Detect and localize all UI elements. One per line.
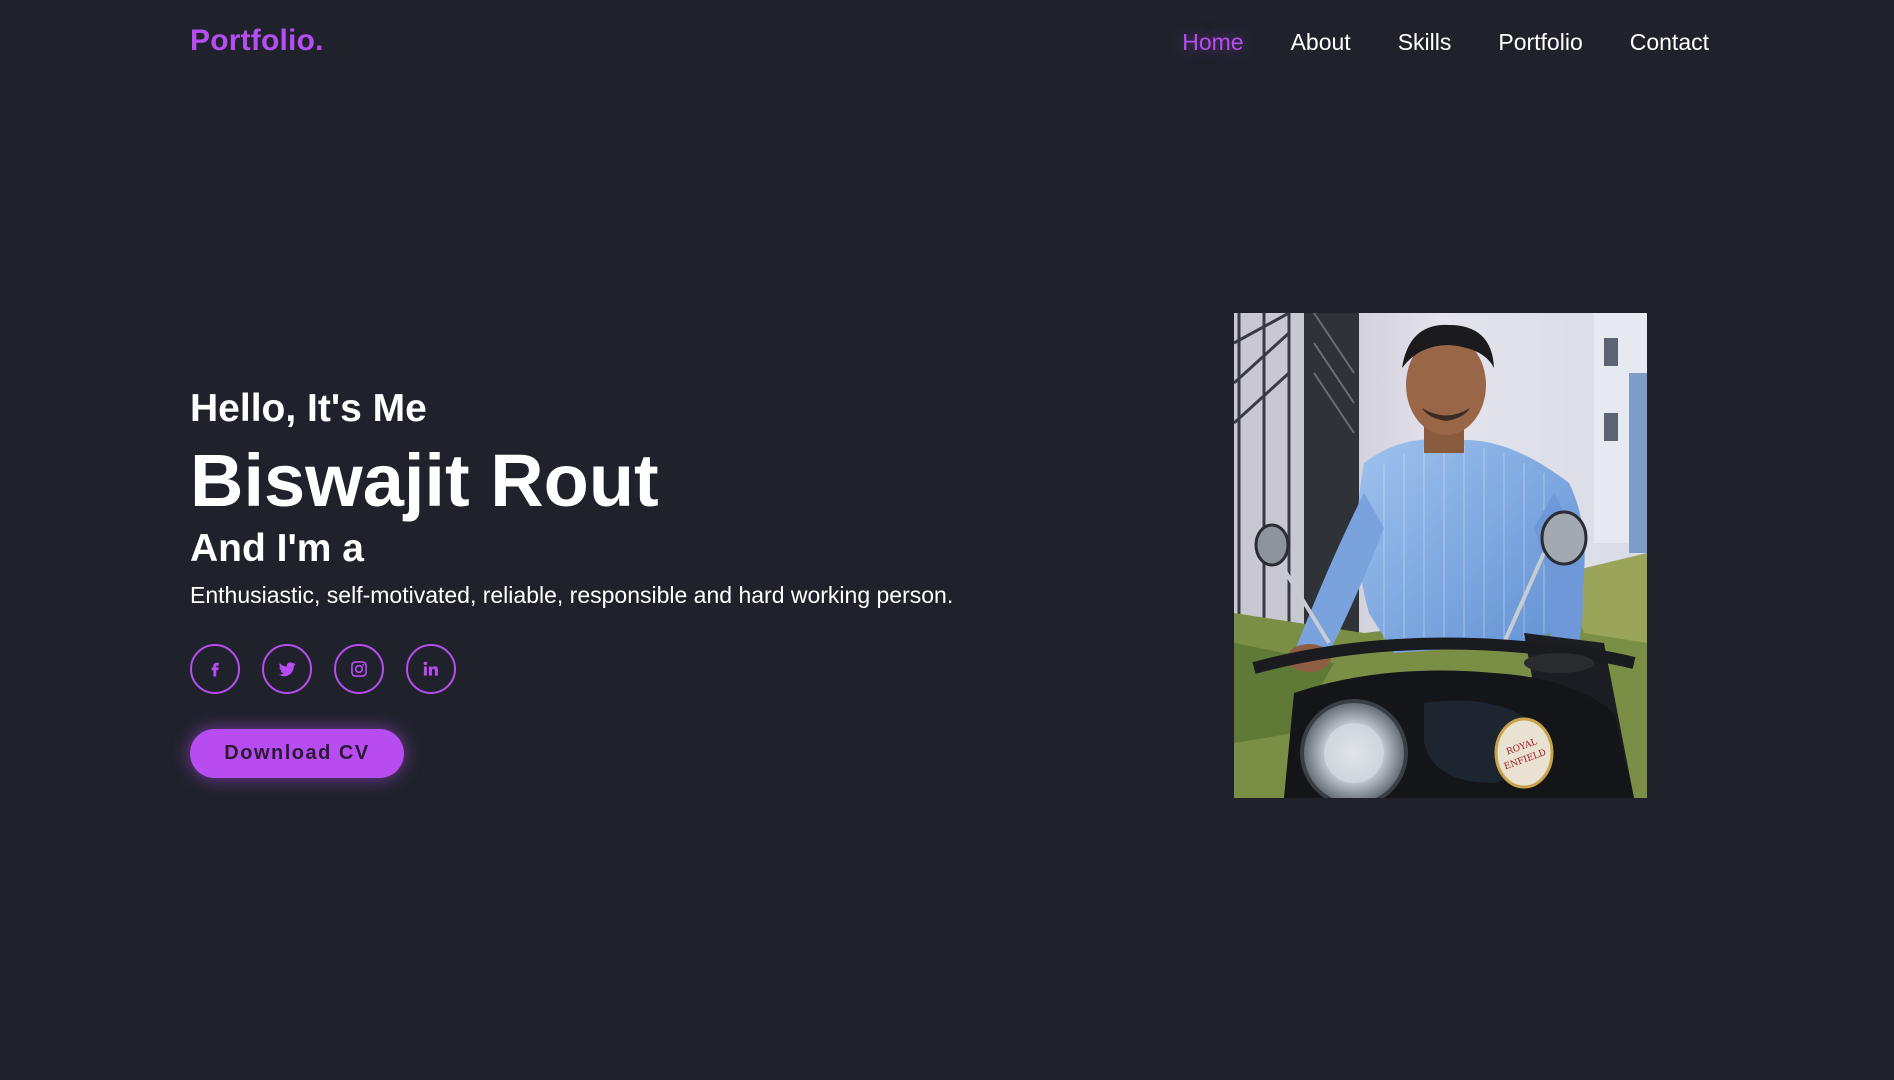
linkedin-link[interactable] <box>406 644 456 694</box>
twitter-icon <box>277 659 297 679</box>
nav-home[interactable]: Home <box>1182 27 1243 57</box>
download-cv-button[interactable]: Download CV <box>190 729 404 778</box>
instagram-link[interactable] <box>334 644 384 694</box>
facebook-link[interactable] <box>190 644 240 694</box>
instagram-icon <box>349 659 369 679</box>
linkedin-icon <box>421 659 441 679</box>
social-links <box>190 644 953 694</box>
logo[interactable]: Portfolio. <box>190 24 324 58</box>
nav-portfolio[interactable]: Portfolio <box>1498 27 1582 57</box>
hero-name: Biswajit Rout <box>190 439 659 522</box>
hero-section: Hello, It's Me Biswajit Rout And I'm a E… <box>190 384 953 778</box>
nav-about[interactable]: About <box>1291 27 1351 57</box>
hero-description: Enthusiastic, self-motivated, reliable, … <box>190 582 954 608</box>
hero-greeting: Hello, It's Me <box>190 387 427 430</box>
nav-skills[interactable]: Skills <box>1398 27 1452 57</box>
site-header: Portfolio. Home About Skills Portfolio C… <box>0 0 1894 84</box>
twitter-link[interactable] <box>262 644 312 694</box>
profile-photo: ROYAL ENFIELD <box>1234 313 1647 798</box>
facebook-icon <box>205 659 225 679</box>
hero-role-intro: And I'm a <box>190 527 364 570</box>
main-nav: Home About Skills Portfolio Contact <box>1182 27 1709 57</box>
nav-contact[interactable]: Contact <box>1630 27 1709 57</box>
